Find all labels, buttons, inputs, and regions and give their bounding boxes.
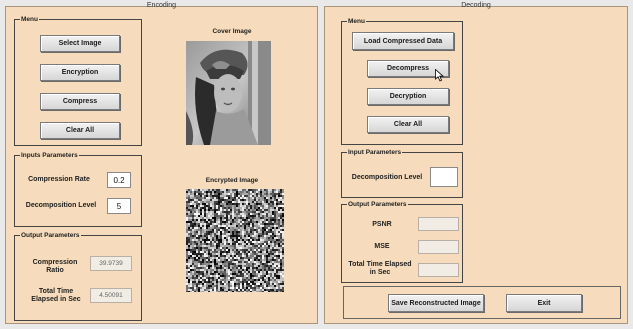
decoding-panel: Decoding Menu Load Compressed Data Decom…	[324, 2, 628, 324]
decomposition-level-field[interactable]: 5	[107, 198, 131, 214]
clear-all-button[interactable]: Clear All	[40, 122, 120, 139]
decryption-button[interactable]: Decryption	[367, 88, 449, 105]
decoding-actions-bar: Save Reconstructed Image Exit	[343, 286, 621, 319]
psnr-field	[418, 217, 459, 231]
decoding-total-time-label: Total Time Elapsed in Sec	[348, 261, 412, 276]
encoding-panel: Encoding Menu Select Image Encryption Co…	[5, 2, 318, 324]
select-image-button[interactable]: Select Image	[40, 35, 120, 52]
mouse-pointer-icon	[435, 69, 444, 82]
cover-image	[186, 41, 271, 145]
decoding-panel-title: Decoding	[461, 2, 491, 9]
encryption-button[interactable]: Encryption	[40, 64, 120, 81]
encoding-panel-title: Encoding	[146, 2, 177, 9]
mse-field	[418, 240, 459, 254]
cover-image-label: Cover Image	[212, 28, 252, 35]
decoding-menu-title: Menu	[347, 17, 366, 26]
encoding-menu-group: Menu Select Image Encryption Compress Cl…	[14, 15, 142, 146]
encoding-total-time-label: Total Time Elapsed in Sec	[31, 288, 81, 303]
encoding-total-time-field: 4.50091	[90, 288, 132, 303]
exit-button[interactable]: Exit	[506, 294, 582, 312]
save-reconstructed-image-button[interactable]: Save Reconstructed Image	[388, 294, 484, 312]
decoding-decomposition-level-label: Decomposition Level	[351, 174, 423, 181]
compression-ratio-label: Compression Ratio	[32, 259, 78, 274]
psnr-label: PSNR	[372, 221, 392, 228]
decoding-outputs-title: Output Parameters	[347, 200, 408, 209]
encoding-inputs-title: Inputs Parameters	[20, 151, 79, 160]
encoding-inputs-group: Inputs Parameters Compression Rate 0.2 D…	[14, 151, 142, 227]
decoding-inputs-title: Input Parameters	[347, 148, 403, 157]
compression-ratio-field: 39.9739	[90, 256, 132, 271]
decoding-clear-all-button[interactable]: Clear All	[367, 116, 449, 133]
compress-button[interactable]: Compress	[40, 93, 120, 110]
decoding-decomposition-level-field[interactable]	[430, 167, 458, 187]
decoding-total-time-field	[418, 263, 459, 277]
encoding-menu-title: Menu	[20, 15, 39, 24]
compression-rate-field[interactable]: 0.2	[107, 172, 131, 188]
decoding-outputs-group: Output Parameters PSNR MSE Total Time El…	[341, 200, 463, 283]
encrypted-image-label: Encrypted Image	[205, 177, 259, 184]
encoding-outputs-group: Output Parameters Compression Ratio 39.9…	[14, 231, 142, 321]
decomposition-level-label: Decomposition Level	[25, 202, 97, 209]
mse-label: MSE	[374, 243, 390, 250]
compression-rate-label: Compression Rate	[28, 176, 90, 183]
encoding-outputs-title: Output Parameters	[20, 231, 81, 240]
load-compressed-data-button[interactable]: Load Compressed Data	[352, 32, 454, 50]
decoding-inputs-group: Input Parameters Decomposition Level	[341, 148, 463, 198]
decoding-menu-group: Menu Load Compressed Data Decompress Dec…	[341, 17, 463, 145]
encrypted-image	[186, 189, 284, 292]
